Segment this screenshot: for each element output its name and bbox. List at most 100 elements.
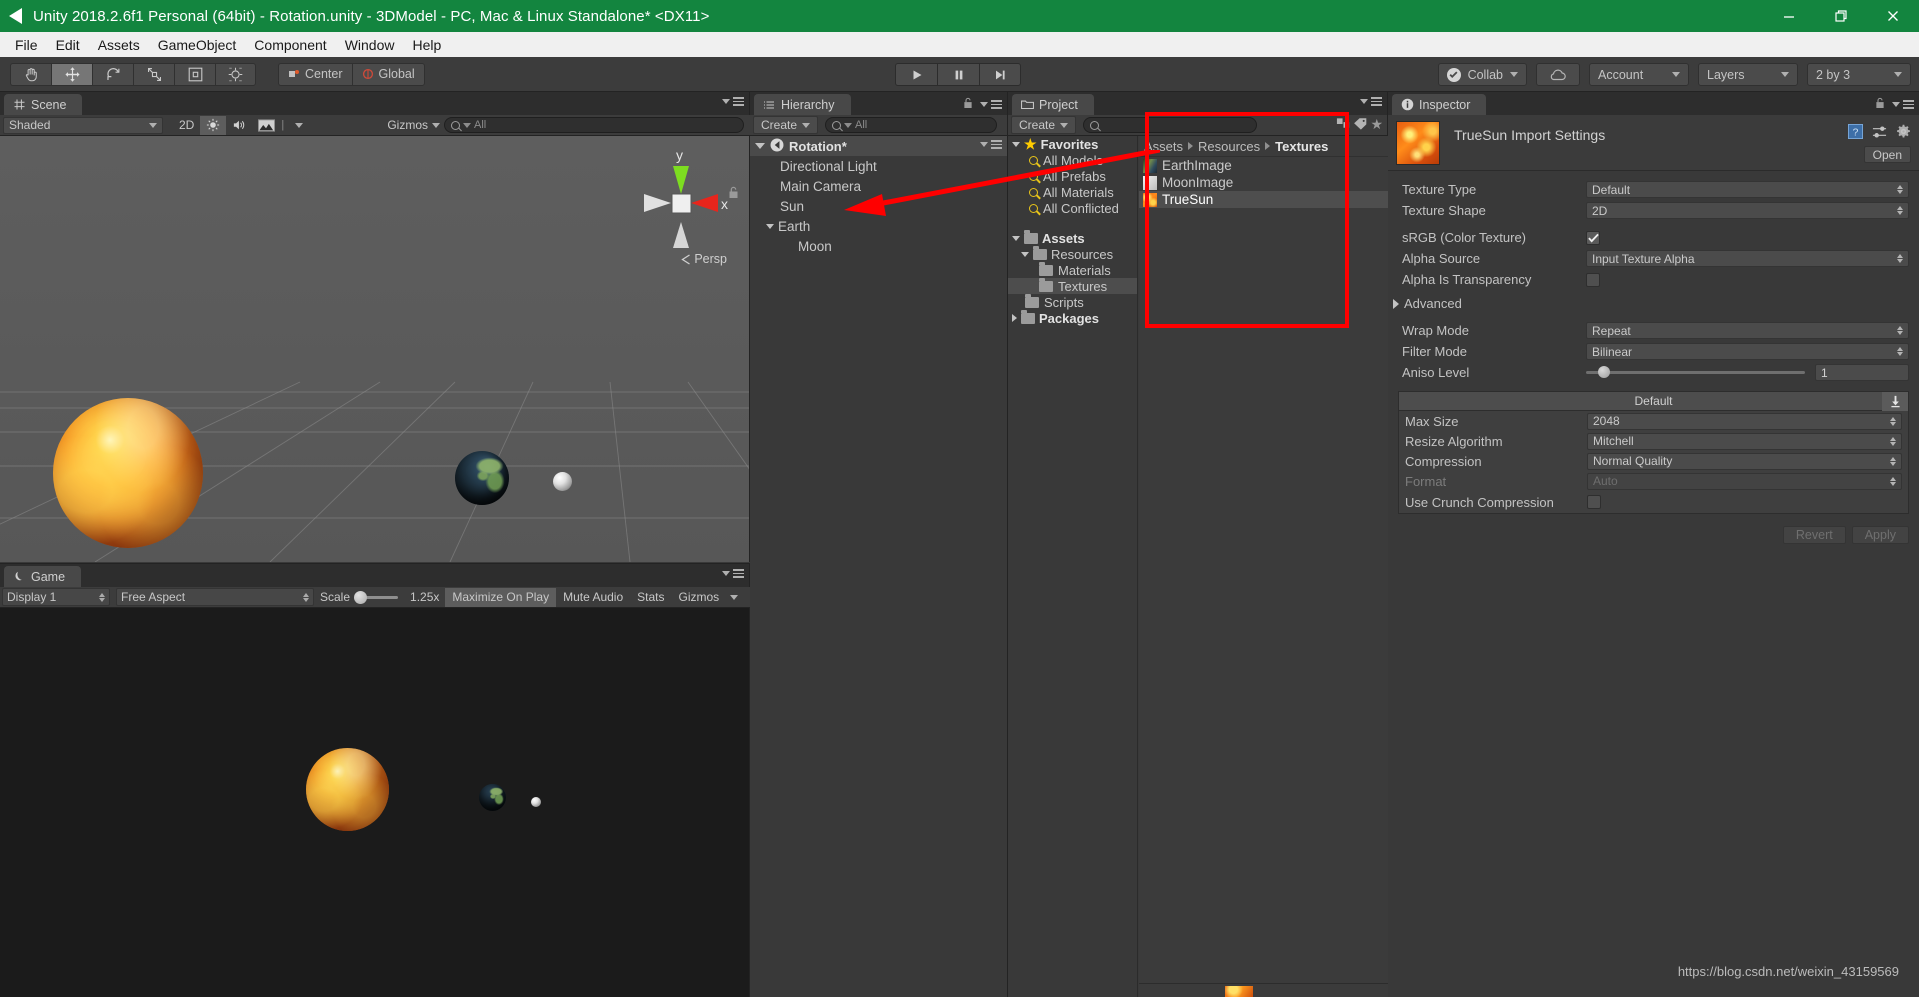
move-tool-button[interactable] [51,63,92,86]
cloud-button[interactable] [1536,63,1580,86]
handle-space-button[interactable]: Global [352,63,425,86]
scene-panel-menu[interactable] [722,97,744,106]
project-favorites-root[interactable]: ★ Favorites [1008,136,1137,152]
inspector-lock-icon[interactable] [1875,97,1885,112]
crunch-compression-checkbox[interactable] [1587,495,1601,509]
tab-hierarchy[interactable]: Hierarchy [754,94,851,115]
scene-search-input[interactable]: All [444,117,744,133]
alpha-source-dropdown[interactable]: Input Texture Alpha [1586,250,1909,267]
expand-triangle-icon[interactable] [1021,252,1029,257]
pivot-mode-button[interactable]: Center [278,63,352,86]
collab-button[interactable]: Collab [1438,63,1527,86]
tab-project[interactable]: Project [1012,94,1094,115]
game-aspect-dropdown[interactable]: Free Aspect [116,588,314,606]
download-icon[interactable] [1882,392,1908,411]
mute-audio-toggle[interactable]: Mute Audio [556,588,630,607]
project-search-input[interactable] [1083,117,1257,133]
filter-mode-dropdown[interactable]: Bilinear [1586,343,1909,360]
earth-sphere[interactable] [455,451,509,505]
project-favorite-icon[interactable]: ★ [1370,117,1383,134]
apply-button[interactable]: Apply [1852,526,1909,544]
hierarchy-create-button[interactable]: Create [753,116,818,134]
game-scale-slider[interactable] [356,596,398,599]
pause-button[interactable] [937,63,979,86]
menu-gameobject[interactable]: GameObject [149,35,246,55]
scene-lock-icon[interactable] [728,186,739,202]
tab-scene[interactable]: Scene [4,94,82,115]
project-favorite-all-conflicted[interactable]: All Conflicted [1008,200,1137,216]
texture-shape-dropdown[interactable]: 2D [1586,202,1909,219]
game-gizmos-dropdown[interactable] [726,588,742,607]
collapse-triangle-icon[interactable] [1012,314,1017,322]
minimize-button[interactable] [1763,0,1815,32]
max-size-dropdown[interactable]: 2048 [1587,413,1902,430]
maximize-button[interactable] [1815,0,1867,32]
project-favorite-all-prefabs[interactable]: All Prefabs [1008,168,1137,184]
hierarchy-item-sun[interactable]: Sun [750,196,1007,216]
tab-inspector[interactable]: Inspector [1392,94,1486,115]
platform-tab-default[interactable]: Default [1399,392,1908,411]
step-button[interactable] [979,63,1021,86]
project-packages-root[interactable]: Packages [1008,310,1137,326]
breadcrumb-textures[interactable]: Textures [1275,139,1328,154]
compression-dropdown[interactable]: Normal Quality [1587,453,1902,470]
hierarchy-search-input[interactable]: All [825,117,997,133]
scene-fx-button[interactable] [253,116,279,135]
menu-component[interactable]: Component [245,35,335,55]
expand-triangle-icon[interactable] [755,143,765,149]
scene-fx-dropdown[interactable] [286,116,312,135]
slider-handle[interactable] [354,591,367,604]
scene-projection-label[interactable]: Persp [681,252,727,266]
game-panel-menu[interactable] [722,569,744,578]
hierarchy-scene-menu[interactable] [980,140,1002,149]
sun-sphere[interactable] [53,398,203,548]
inspector-panel-menu[interactable] [1875,97,1914,112]
project-create-button[interactable]: Create [1011,116,1076,134]
texture-type-dropdown[interactable]: Default [1586,181,1909,198]
aniso-level-value[interactable]: 1 [1815,364,1909,381]
hierarchy-panel-menu[interactable] [963,97,1002,112]
alpha-is-transparency-checkbox[interactable] [1586,273,1600,287]
scene-viewport[interactable]: y x Persp [0,136,749,562]
toggle-2d-button[interactable]: 2D [173,116,200,135]
scene-gizmos-dropdown[interactable]: Gizmos [387,118,444,132]
layers-button[interactable]: Layers [1698,63,1798,86]
menu-edit[interactable]: Edit [47,35,89,55]
project-folder-textures[interactable]: Textures [1008,278,1137,294]
revert-button[interactable]: Revert [1783,526,1846,544]
rotate-tool-button[interactable] [92,63,133,86]
asset-row-earthimage[interactable]: EarthImage [1139,157,1388,174]
asset-row-moonimage[interactable]: MoonImage [1139,174,1388,191]
hand-tool-button[interactable] [10,63,51,86]
hierarchy-item-main-camera[interactable]: Main Camera [750,176,1007,196]
hierarchy-lock-icon[interactable] [963,97,973,112]
draw-mode-dropdown[interactable]: Shaded [3,117,163,134]
project-panel-menu[interactable] [1360,97,1382,106]
aniso-level-slider[interactable] [1586,371,1805,374]
rect-tool-button[interactable] [174,63,215,86]
tab-game[interactable]: Game [4,566,81,587]
project-favorite-all-materials[interactable]: All Materials [1008,184,1137,200]
expand-triangle-icon[interactable] [1012,236,1020,241]
preset-icon[interactable] [1872,125,1887,142]
game-gizmos-button[interactable]: Gizmos [672,588,727,607]
scene-audio-button[interactable] [226,116,253,135]
layout-button[interactable]: 2 by 3 [1807,63,1911,86]
project-filter-type-icon[interactable] [1336,117,1351,134]
project-filter-label-icon[interactable] [1353,117,1368,134]
open-button[interactable]: Open [1864,146,1911,163]
game-display-dropdown[interactable]: Display 1 [2,588,110,606]
hierarchy-item-earth[interactable]: Earth [750,216,1007,236]
hierarchy-item-moon[interactable]: Moon [750,236,1007,256]
project-folder-scripts[interactable]: Scripts [1008,294,1137,310]
moon-sphere[interactable] [553,472,572,491]
scene-lighting-button[interactable] [200,116,226,135]
play-button[interactable] [895,63,937,86]
expand-triangle-icon[interactable] [1012,142,1020,147]
stats-toggle[interactable]: Stats [630,588,671,607]
scale-tool-button[interactable] [133,63,174,86]
wrap-mode-dropdown[interactable]: Repeat [1586,322,1909,339]
maximize-on-play-toggle[interactable]: Maximize On Play [445,588,556,607]
srgb-checkbox[interactable] [1586,231,1600,245]
project-favorite-all-models[interactable]: All Models [1008,152,1137,168]
